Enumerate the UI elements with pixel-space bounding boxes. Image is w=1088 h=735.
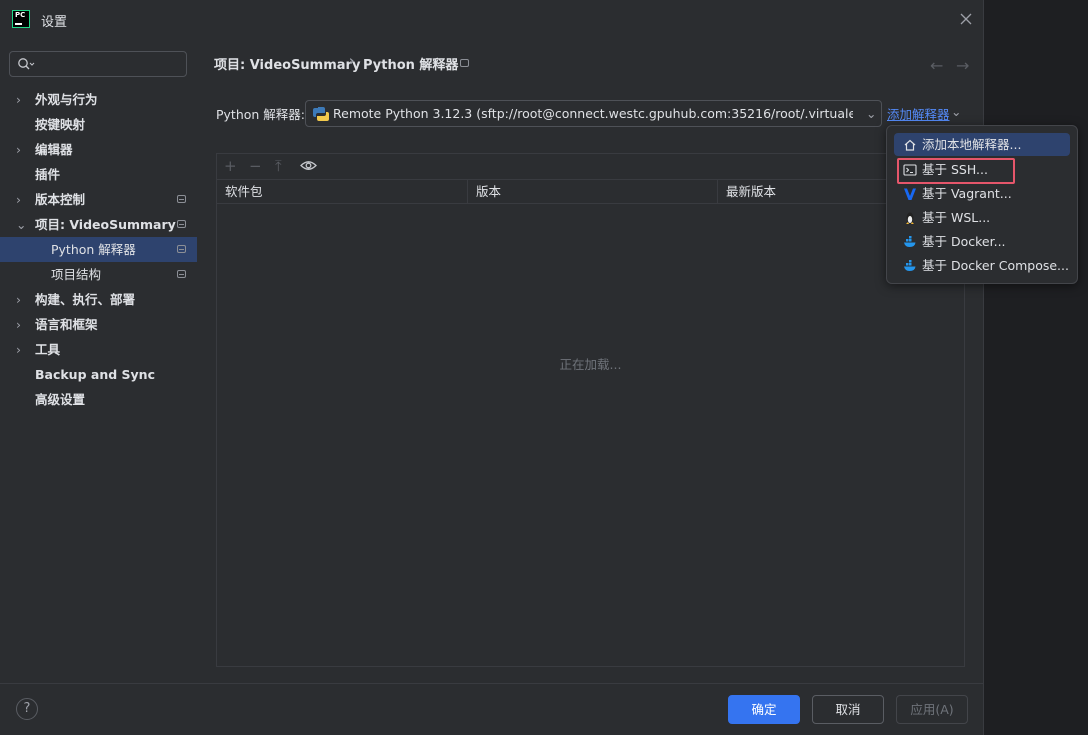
sidebar-item-project-structure[interactable]: 项目结构 [0, 262, 197, 287]
linux-icon [906, 212, 914, 224]
close-icon[interactable] [958, 11, 974, 27]
docker-compose-icon [904, 260, 916, 271]
chevron-right-icon: › [16, 317, 21, 332]
column-version[interactable]: 版本 [467, 180, 717, 203]
sidebar-item-plugins[interactable]: 插件 [0, 162, 197, 187]
interpreter-select[interactable]: Remote Python 3.12.3 (sftp://root@connec… [305, 100, 882, 127]
chevron-right-icon: › [16, 192, 21, 207]
sidebar-item-build-execution[interactable]: › 构建、执行、部署 [0, 287, 197, 312]
sidebar-item-project[interactable]: ⌄ 项目: VideoSummary [0, 212, 197, 237]
breadcrumb-project[interactable]: 项目: VideoSummary [214, 54, 360, 73]
sidebar-item-python-interpreter[interactable]: Python 解释器 [0, 237, 197, 262]
project-scope-icon [177, 270, 186, 278]
footer-divider [0, 683, 983, 684]
remove-package-icon[interactable]: − [249, 157, 262, 175]
highlight-annotation-box [897, 158, 1015, 184]
eye-icon[interactable] [300, 159, 317, 172]
sidebar-item-languages[interactable]: › 语言和框架 [0, 312, 197, 337]
chevron-right-icon: › [16, 342, 21, 357]
sidebar-item-label: 工具 [35, 342, 61, 357]
help-button[interactable]: ? [16, 698, 38, 720]
menu-item-vagrant[interactable]: 基于 Vagrant... [894, 182, 1070, 205]
sidebar-item-appearance[interactable]: › 外观与行为 [0, 87, 197, 112]
add-package-icon[interactable]: + [224, 157, 237, 175]
sidebar-item-advanced[interactable]: 高级设置 [0, 387, 197, 412]
pycharm-logo-icon: PC [12, 10, 30, 28]
packages-panel: + − ⤒ 软件包 版本 最新版本 正在加载... [216, 153, 965, 667]
project-scope-icon [177, 195, 186, 203]
sidebar-item-label: 按键映射 [35, 117, 86, 132]
settings-window: PC 设置 › 外观与行为 按键映射 › 编辑器 插件 › 版本控制 ⌄ 项目:… [0, 0, 984, 735]
menu-item-label: 基于 WSL... [922, 210, 991, 225]
breadcrumb-separator: › [349, 54, 355, 69]
sidebar-item-keymap[interactable]: 按键映射 [0, 112, 197, 137]
menu-item-wsl[interactable]: 基于 WSL... [894, 206, 1070, 229]
sidebar-item-label: 项目: VideoSummary [35, 217, 176, 232]
settings-sidebar: › 外观与行为 按键映射 › 编辑器 插件 › 版本控制 ⌄ 项目: Video… [0, 38, 197, 683]
project-scope-icon [177, 245, 186, 253]
project-scope-icon [177, 220, 186, 228]
interpreter-label: Python 解释器: [216, 107, 306, 122]
sidebar-item-label: 项目结构 [51, 267, 102, 282]
interpreter-value: Remote Python 3.12.3 (sftp://root@connec… [333, 106, 853, 121]
menu-item-docker-compose[interactable]: 基于 Docker Compose... [894, 254, 1070, 277]
sidebar-item-tools[interactable]: › 工具 [0, 337, 197, 362]
add-interpreter-link[interactable]: 添加解释器 [887, 104, 950, 123]
chevron-right-icon: › [16, 292, 21, 307]
vagrant-icon [904, 188, 916, 200]
breadcrumb-page: Python 解释器 [363, 58, 459, 73]
loading-status: 正在加载... [559, 357, 622, 372]
sidebar-item-label: Python 解释器 [51, 242, 136, 257]
sidebar-item-label: Backup and Sync [35, 367, 155, 382]
python-remote-icon [313, 107, 329, 121]
add-interpreter-popup: 添加本地解释器... 基于 SSH... 基于 Vagrant... 基于 WS… [886, 125, 1078, 284]
home-icon [904, 139, 916, 151]
chevron-down-icon: ⌄ [866, 106, 877, 121]
sidebar-item-label: 构建、执行、部署 [35, 292, 136, 307]
apply-button[interactable]: 应用(A) [896, 695, 968, 724]
chevron-down-icon: ⌄ [16, 217, 27, 232]
sidebar-item-label: 插件 [35, 167, 61, 182]
cancel-button[interactable]: 取消 [812, 695, 884, 724]
sidebar-item-backup-sync[interactable]: Backup and Sync [0, 362, 197, 387]
sidebar-item-label: 高级设置 [35, 392, 86, 407]
menu-item-add-local[interactable]: 添加本地解释器... [894, 133, 1070, 156]
ok-button[interactable]: 确定 [728, 695, 800, 724]
upgrade-package-icon[interactable]: ⤒ [275, 157, 282, 175]
sidebar-item-label: 外观与行为 [35, 92, 98, 107]
docker-icon [904, 236, 916, 247]
window-title: 设置 [41, 15, 68, 30]
menu-item-label: 添加本地解释器... [922, 137, 1022, 152]
menu-item-label: 基于 Docker... [922, 234, 1006, 249]
project-scope-icon [460, 59, 469, 67]
sidebar-item-version-control[interactable]: › 版本控制 [0, 187, 197, 212]
title-bar: PC 设置 [0, 0, 983, 38]
sidebar-item-label: 版本控制 [35, 192, 86, 207]
search-icon [18, 58, 35, 70]
chevron-down-icon[interactable]: ⌄ [951, 104, 961, 119]
search-input[interactable] [9, 51, 187, 77]
chevron-right-icon: › [16, 92, 21, 107]
column-package[interactable]: 软件包 [217, 180, 467, 203]
sidebar-item-label: 编辑器 [35, 142, 73, 157]
chevron-right-icon: › [16, 142, 21, 157]
menu-item-label: 基于 Vagrant... [922, 186, 1012, 201]
menu-item-label: 基于 Docker Compose... [922, 258, 1069, 273]
menu-item-docker[interactable]: 基于 Docker... [894, 230, 1070, 253]
back-arrow-icon[interactable]: ← [930, 56, 943, 75]
packages-toolbar: + − ⤒ [217, 154, 964, 179]
sidebar-item-label: 语言和框架 [35, 317, 98, 332]
sidebar-item-editor[interactable]: › 编辑器 [0, 137, 197, 162]
forward-arrow-icon[interactable]: → [956, 56, 969, 75]
packages-table-header: 软件包 版本 最新版本 [217, 179, 964, 204]
